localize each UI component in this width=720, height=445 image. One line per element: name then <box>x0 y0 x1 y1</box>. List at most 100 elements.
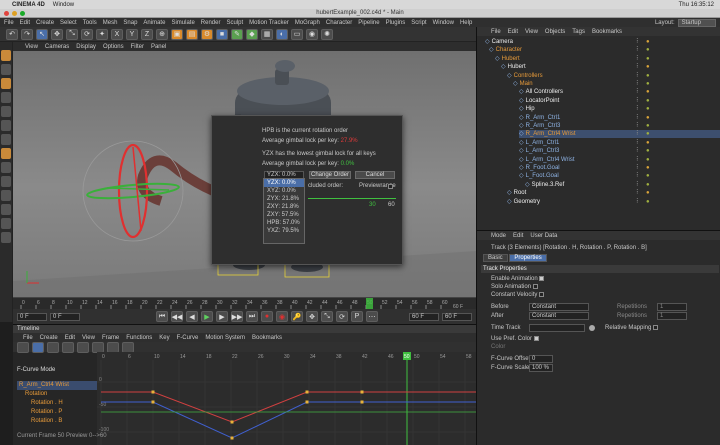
object-row[interactable]: ◇ L_Arm_Ctrl4 Wrist ⠇ ● <box>519 156 720 164</box>
tag-icon[interactable]: ● <box>646 130 650 138</box>
visibility-icon[interactable]: ⠇ <box>636 164 640 172</box>
viewport-menu-view[interactable]: View <box>25 44 38 50</box>
autokey-icon[interactable]: ◉ <box>276 311 288 322</box>
visibility-icon[interactable]: ⠇ <box>636 189 640 197</box>
render-view-icon[interactable]: ▣ <box>171 28 183 40</box>
use-pref-color-checkbox[interactable] <box>533 335 539 341</box>
linear-icon[interactable] <box>77 341 89 353</box>
planar-workplane-icon[interactable] <box>1 218 11 229</box>
fcurve-key[interactable] <box>305 400 309 404</box>
tag-icon[interactable]: ● <box>646 139 650 147</box>
tag-icon[interactable]: ● <box>646 72 650 80</box>
tag-icon[interactable]: ● <box>646 181 650 189</box>
rotation-order-option[interactable]: YXZ: 79.5% <box>264 227 304 235</box>
current-frame-field[interactable]: 0 F <box>17 312 47 321</box>
menu-file[interactable]: File <box>4 20 14 26</box>
menu-mesh[interactable]: Mesh <box>103 20 118 26</box>
fcurve-key[interactable] <box>151 390 155 394</box>
next-frame-icon[interactable]: ▶ <box>216 311 228 322</box>
object-menu-view[interactable]: View <box>525 29 538 35</box>
rotation-order-option[interactable]: YZX: 0.0% <box>264 179 304 187</box>
tag-icon[interactable]: ● <box>646 46 650 54</box>
fcurve-key[interactable] <box>230 436 234 440</box>
constant-velocity-checkbox[interactable] <box>539 291 545 297</box>
texture-mode-icon[interactable] <box>1 78 11 89</box>
fcurve-key[interactable] <box>360 390 364 394</box>
visibility-icon[interactable]: ⠇ <box>636 114 640 122</box>
timeline-menu-edit[interactable]: Edit <box>65 335 75 341</box>
tag-icon[interactable]: ● <box>646 164 650 172</box>
timeline-track[interactable]: Rotation <box>17 390 97 399</box>
object-menu-bookmarks[interactable]: Bookmarks <box>592 29 622 35</box>
tag-icon[interactable]: ● <box>646 88 650 96</box>
object-row[interactable]: ◇ Root ⠇ ● <box>507 189 720 197</box>
object-row[interactable]: ◇ Controllers ⠇ ● <box>507 72 720 80</box>
menu-sculpt[interactable]: Sculpt <box>226 20 243 26</box>
timeline-track[interactable]: R_Arm_Ctrl4 Wrist <box>17 381 97 390</box>
light-icon[interactable]: ✺ <box>321 28 333 40</box>
zoom-button[interactable] <box>20 11 25 16</box>
timeline-menu-create[interactable]: Create <box>40 335 58 341</box>
object-row[interactable]: ◇ Camera ⠇ ● <box>485 38 715 46</box>
timeline-menu-file[interactable]: File <box>23 335 33 341</box>
object-menu-tags[interactable]: Tags <box>572 29 585 35</box>
workplane-icon[interactable] <box>1 92 11 103</box>
visibility-icon[interactable]: ⠇ <box>636 97 640 105</box>
render-settings-icon[interactable]: ⚙ <box>201 28 213 40</box>
z-axis-icon[interactable]: Z <box>141 28 153 40</box>
after-select[interactable]: Constant <box>529 312 589 320</box>
start-frame-field[interactable]: 0 F <box>50 312 80 321</box>
menu-character[interactable]: Character <box>326 20 352 26</box>
edges-mode-icon[interactable] <box>1 120 11 131</box>
menu-animate[interactable]: Animate <box>143 20 165 26</box>
model-mode-icon[interactable] <box>1 64 11 75</box>
rotation-order-option[interactable]: ZXY: 21.8% <box>264 203 304 211</box>
object-row[interactable]: ◇ Spline.3.Ref ⠇ ● <box>525 181 720 189</box>
end-frame-field[interactable]: 60 F <box>409 312 439 321</box>
floor-icon[interactable]: ▭ <box>291 28 303 40</box>
timeline-menu-f-curve[interactable]: F-Curve <box>177 335 199 341</box>
menu-mograph[interactable]: MoGraph <box>295 20 320 26</box>
menu-render[interactable]: Render <box>201 20 221 26</box>
attribute-menu-edit[interactable]: Edit <box>513 233 523 239</box>
menu-snap[interactable]: Snap <box>123 20 137 26</box>
tag-icon[interactable]: ● <box>646 172 650 180</box>
fcurve-key[interactable] <box>360 400 364 404</box>
cube-icon[interactable]: ■ <box>216 28 228 40</box>
visibility-icon[interactable]: ⠇ <box>636 130 640 138</box>
scale-key-icon[interactable]: ⤡ <box>321 311 333 322</box>
parameter-key-icon[interactable]: P <box>351 311 363 322</box>
tag-icon[interactable]: ● <box>646 80 650 88</box>
timeline-menu-view[interactable]: View <box>82 335 95 341</box>
menu-window[interactable]: Window <box>433 20 454 26</box>
object-row[interactable]: ◇ Hubert ⠇ ● <box>495 55 720 63</box>
enable-axis-icon[interactable] <box>1 148 11 159</box>
tag-icon[interactable]: ● <box>646 114 650 122</box>
go-to-end-icon[interactable]: ⏭ <box>246 311 258 322</box>
visibility-icon[interactable]: ⠇ <box>636 55 640 63</box>
enable-animation-checkbox[interactable] <box>539 275 545 281</box>
range-slider[interactable] <box>308 198 396 199</box>
object-row[interactable]: ◇ Hip ⠇ ● <box>519 105 720 113</box>
viewport-menu-filter[interactable]: Filter <box>131 44 144 50</box>
snap-icon[interactable] <box>1 176 11 187</box>
tab-basic[interactable]: Basic <box>483 254 508 262</box>
visibility-icon[interactable]: ⠇ <box>636 46 640 54</box>
menu-select[interactable]: Select <box>60 20 77 26</box>
array-icon[interactable]: ▦ <box>261 28 273 40</box>
object-row[interactable]: ◇ R_Foot.Goal ⠇ ● <box>519 164 720 172</box>
attribute-menu-mode[interactable]: Mode <box>491 233 506 239</box>
repetitions-field-1[interactable]: 1 <box>657 303 687 311</box>
viewport-menu-options[interactable]: Options <box>103 44 124 50</box>
visibility-icon[interactable]: ⠇ <box>636 122 640 130</box>
fcurve-key[interactable] <box>305 390 309 394</box>
spline-icon[interactable] <box>92 341 104 353</box>
tag-icon[interactable]: ● <box>646 147 650 155</box>
tag-icon[interactable]: ● <box>646 198 650 206</box>
deformer-icon[interactable]: ◐ <box>276 28 288 40</box>
visibility-icon[interactable]: ⠇ <box>636 63 640 71</box>
object-menu-edit[interactable]: Edit <box>508 29 518 35</box>
locked-workplane-icon[interactable] <box>1 204 11 215</box>
object-row[interactable]: ◇ L_Arm_Ctrl1 ⠇ ● <box>519 139 720 147</box>
rotation-order-option[interactable]: ZXY: 57.5% <box>264 211 304 219</box>
